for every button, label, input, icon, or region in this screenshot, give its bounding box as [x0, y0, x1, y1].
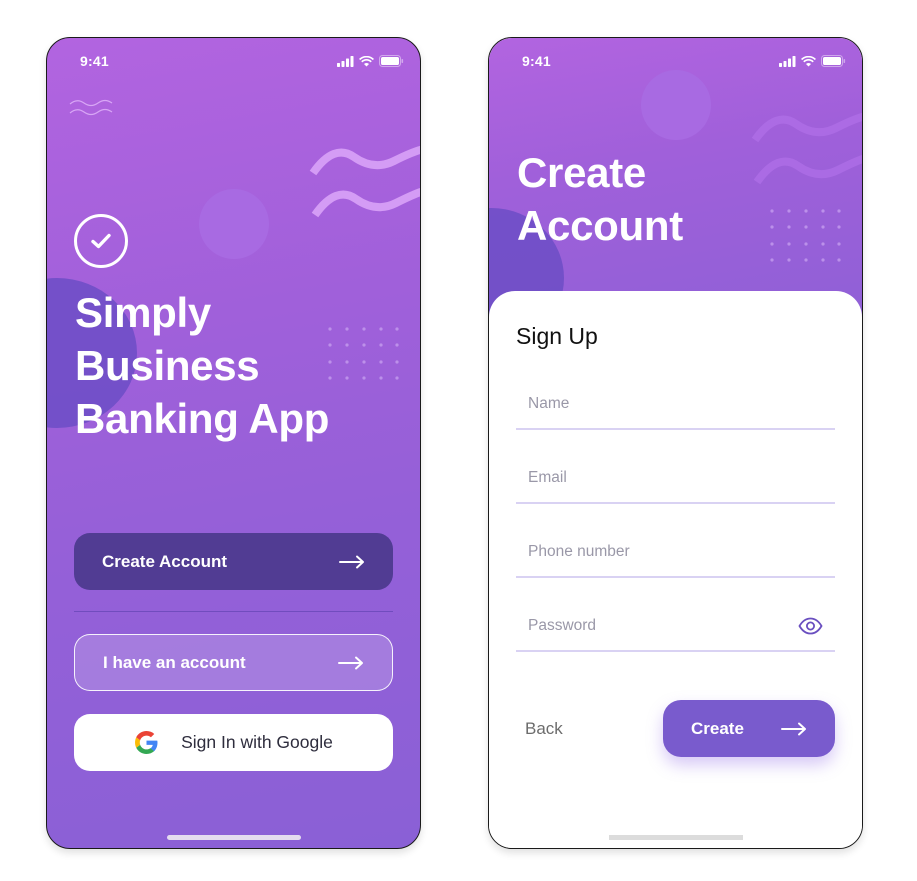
status-time: 9:41 — [80, 53, 109, 69]
phone-input[interactable] — [516, 528, 835, 576]
have-account-button[interactable]: I have an account — [74, 634, 393, 691]
signal-icon — [337, 55, 354, 67]
welcome-screen: 9:41 Simply Business Banking App Create … — [46, 37, 421, 849]
name-field — [516, 380, 835, 430]
battery-icon — [821, 55, 846, 67]
google-sign-in-label: Sign In with Google — [181, 732, 333, 752]
arrow-right-icon — [339, 555, 364, 568]
check-circle-icon — [74, 214, 128, 268]
eye-icon[interactable] — [798, 617, 823, 635]
signup-title-line: Create — [517, 149, 646, 196]
status-time: 9:41 — [522, 53, 551, 69]
decor-circle-small — [199, 189, 269, 259]
signal-icon — [779, 55, 796, 67]
back-button[interactable]: Back — [525, 719, 563, 739]
decor-dot-grid — [328, 327, 399, 380]
signup-title: Create Account — [517, 146, 683, 252]
name-input[interactable] — [516, 380, 835, 428]
arrow-right-icon — [338, 656, 363, 669]
status-bar: 9:41 — [489, 38, 862, 84]
battery-icon — [379, 55, 404, 67]
wifi-icon — [801, 55, 816, 66]
create-account-label: Create Account — [102, 551, 228, 571]
google-g-icon — [135, 731, 158, 754]
decor-dot-grid — [770, 209, 841, 262]
password-field — [516, 602, 835, 652]
home-indicator — [166, 835, 301, 840]
welcome-title-line: Business — [75, 342, 260, 389]
create-account-button[interactable]: Create Account — [74, 533, 393, 590]
signup-title-line: Account — [517, 202, 683, 249]
signup-screen: 9:41 Create Account Sign Up Name Email P… — [488, 37, 863, 849]
create-button[interactable]: Create — [663, 700, 835, 757]
divider — [74, 611, 393, 612]
form-heading: Sign Up — [516, 323, 598, 349]
wifi-icon — [359, 55, 374, 66]
decor-waves-small — [69, 99, 113, 116]
arrow-right-icon — [781, 722, 806, 735]
status-bar: 9:41 — [47, 38, 420, 84]
have-account-label: I have an account — [103, 652, 246, 672]
email-input[interactable] — [516, 454, 835, 502]
create-label: Create — [691, 718, 744, 738]
welcome-title-line: Banking App — [75, 395, 330, 442]
email-field — [516, 454, 835, 504]
decor-waves-large — [751, 112, 862, 185]
welcome-title-line: Simply — [75, 289, 211, 336]
welcome-title: Simply Business Banking App — [75, 286, 329, 445]
decor-waves-large — [309, 145, 420, 218]
phone-field — [516, 528, 835, 578]
google-sign-in-button[interactable]: Sign In with Google — [74, 714, 393, 771]
signup-form-card: Sign Up Back Create — [489, 291, 862, 848]
home-indicator — [608, 835, 743, 840]
password-input[interactable] — [516, 602, 835, 650]
